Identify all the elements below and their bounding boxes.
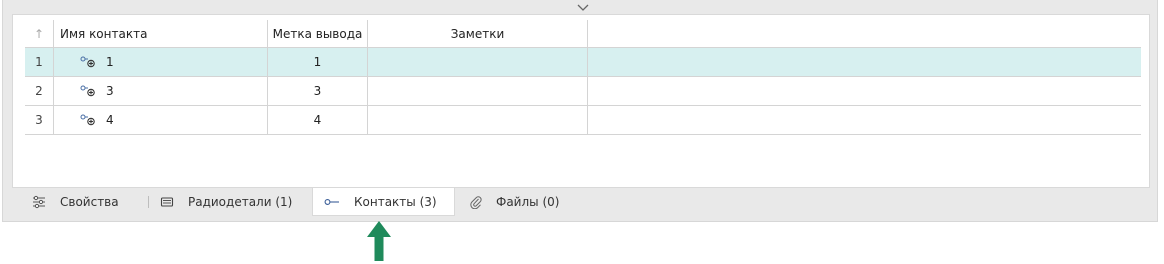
tab-label: Контакты (3) bbox=[354, 194, 437, 209]
column-header-contact-name[interactable]: Имя контакта bbox=[54, 20, 268, 47]
pin-label-cell[interactable]: 1 bbox=[268, 48, 368, 76]
table-row[interactable]: 1 1 1 bbox=[25, 48, 1141, 77]
row-number: 3 bbox=[25, 106, 54, 134]
paperclip-icon bbox=[470, 196, 482, 209]
row-number: 2 bbox=[25, 77, 54, 105]
details-window: ↑ Имя контакта Метка вывода Заметки 1 1 … bbox=[2, 0, 1158, 222]
tab-contacts[interactable]: Контакты (3) bbox=[312, 188, 455, 216]
column-header-pin-label[interactable]: Метка вывода bbox=[268, 20, 368, 47]
tab-label: Файлы (0) bbox=[496, 195, 560, 209]
contact-name: 3 bbox=[106, 84, 114, 98]
notes-cell[interactable] bbox=[368, 77, 588, 105]
sliders-icon bbox=[33, 195, 45, 209]
contact-name: 1 bbox=[106, 55, 114, 69]
pin-icon bbox=[80, 85, 95, 97]
sort-up-arrow-icon: ↑ bbox=[33, 26, 45, 41]
tab-divider bbox=[148, 196, 149, 208]
chip-icon bbox=[160, 197, 174, 207]
pin-label-cell[interactable]: 3 bbox=[268, 77, 368, 105]
contacts-panel: ↑ Имя контакта Метка вывода Заметки 1 1 … bbox=[12, 14, 1150, 188]
pin-label-cell[interactable]: 4 bbox=[268, 106, 368, 134]
contact-name-cell[interactable]: 1 bbox=[54, 48, 268, 76]
notes-cell[interactable] bbox=[368, 48, 588, 76]
table-row[interactable]: 3 4 4 bbox=[25, 106, 1141, 135]
grid-header: ↑ Имя контакта Метка вывода Заметки bbox=[25, 20, 1141, 48]
tab-properties[interactable]: Свойства bbox=[32, 188, 119, 216]
highlight-arrow-icon bbox=[367, 221, 391, 261]
tab-label: Радиодетали (1) bbox=[188, 195, 293, 209]
contact-name: 4 bbox=[106, 113, 114, 127]
tab-label: Свойства bbox=[60, 195, 119, 209]
pin-icon bbox=[324, 198, 339, 205]
bottom-tab-bar: Свойства Радиодетали (1) Контакты (3) Фа… bbox=[12, 188, 1150, 216]
contacts-grid: ↑ Имя контакта Метка вывода Заметки 1 1 … bbox=[25, 20, 1141, 135]
column-header-notes[interactable]: Заметки bbox=[368, 20, 588, 47]
sort-column-header[interactable]: ↑ bbox=[25, 20, 54, 47]
column-header-empty bbox=[588, 20, 1141, 47]
tab-components[interactable]: Радиодетали (1) bbox=[160, 188, 292, 216]
table-row[interactable]: 2 3 3 bbox=[25, 77, 1141, 106]
notes-cell[interactable] bbox=[368, 106, 588, 134]
contact-name-cell[interactable]: 3 bbox=[54, 77, 268, 105]
pin-icon bbox=[80, 114, 95, 126]
row-number: 1 bbox=[25, 48, 54, 76]
empty-cell bbox=[588, 106, 1141, 134]
contact-name-cell[interactable]: 4 bbox=[54, 106, 268, 134]
empty-cell bbox=[588, 77, 1141, 105]
pin-icon bbox=[80, 56, 95, 68]
empty-cell bbox=[588, 48, 1141, 76]
tab-files[interactable]: Файлы (0) bbox=[470, 188, 559, 216]
